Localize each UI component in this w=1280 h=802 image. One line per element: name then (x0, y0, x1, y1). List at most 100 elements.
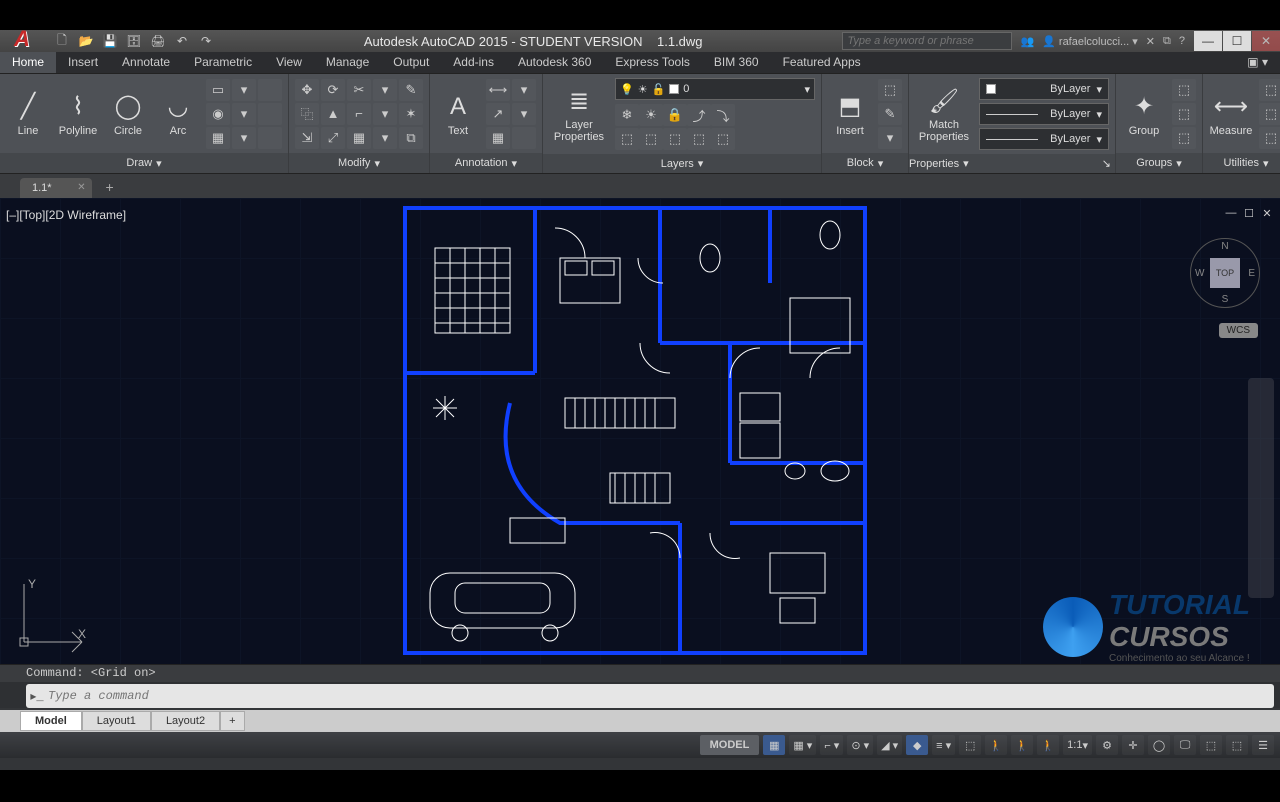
tab-view[interactable]: View (264, 52, 314, 73)
minimize-button[interactable]: — (1194, 31, 1222, 51)
circle-button[interactable]: ◯Circle (106, 91, 150, 137)
match-properties-button[interactable]: 🖌Match Properties (915, 85, 973, 143)
chevron-down-icon[interactable]: ▾ (156, 157, 162, 170)
layout-tab-model[interactable]: Model (20, 711, 82, 731)
status-cycling-icon[interactable]: 🚶 (985, 735, 1007, 755)
new-tab-button[interactable]: + (100, 179, 120, 195)
status-transparency-icon[interactable]: ⬚ (959, 735, 981, 755)
user-menu[interactable]: 👤 rafaelcolucci... ▾ (1042, 35, 1138, 48)
measure-button[interactable]: ⟷Measure (1209, 91, 1253, 137)
tab-manage[interactable]: Manage (314, 52, 381, 73)
linetype-dropdown[interactable]: ByLayer▾ (979, 128, 1109, 150)
lineweight-dropdown[interactable]: ByLayer▾ (979, 103, 1109, 125)
status-snap-icon[interactable]: ▦ ▾ (789, 735, 816, 755)
status-osnap-icon[interactable]: ◆ (906, 735, 928, 755)
color-dropdown[interactable]: ByLayer▾ (979, 78, 1109, 100)
ellipse-icon[interactable]: ◉ (206, 103, 230, 125)
vp-close-icon[interactable]: ✕ (1260, 206, 1274, 220)
tab-parametric[interactable]: Parametric (182, 52, 264, 73)
status-dynucs-icon[interactable]: 🚶 (1037, 735, 1059, 755)
command-input[interactable] (48, 689, 1274, 703)
tab-bim360[interactable]: BIM 360 (702, 52, 771, 73)
chevron-down-icon[interactable]: ▾ (374, 157, 380, 170)
group-button[interactable]: ✦Group (1122, 91, 1166, 137)
layout-tab-layout1[interactable]: Layout1 (82, 711, 151, 731)
text-button[interactable]: AText (436, 91, 480, 137)
layer-properties-button[interactable]: ≣ Layer Properties (549, 85, 609, 143)
status-grid-icon[interactable]: ▦ (763, 735, 785, 755)
edit-attr-icon[interactable]: ▾ (878, 127, 902, 149)
status-polar-icon[interactable]: ⊙ ▾ (847, 735, 873, 755)
exchange-icon[interactable]: ✕ (1146, 35, 1155, 48)
saveas-icon[interactable]: 🗄 (126, 33, 142, 49)
polyline-button[interactable]: ⌇Polyline (56, 91, 100, 137)
drawing-tab-active[interactable]: 1.1*✕ (20, 178, 92, 198)
a360-icon[interactable]: ⧉ (1163, 35, 1171, 48)
tab-addins[interactable]: Add-ins (441, 52, 506, 73)
open-icon[interactable]: 📂 (78, 33, 94, 49)
redo-icon[interactable]: ↷ (198, 33, 214, 49)
status-isodraft-icon[interactable]: ◢ ▾ (877, 735, 902, 755)
scale-icon[interactable]: ⤢ (321, 127, 345, 149)
close-tab-icon[interactable]: ✕ (77, 182, 85, 193)
tab-insert[interactable]: Insert (56, 52, 110, 73)
wcs-badge[interactable]: WCS (1219, 323, 1258, 338)
save-icon[interactable]: 💾 (102, 33, 118, 49)
create-block-icon[interactable]: ⬚ (878, 79, 902, 101)
mirror-icon[interactable]: ▲ (321, 103, 345, 125)
table-icon[interactable]: ▦ (486, 127, 510, 149)
ribbon-minimize-icon[interactable]: ▣ ▾ (1235, 52, 1280, 73)
vp-minimize-icon[interactable]: — (1224, 206, 1238, 220)
erase-icon[interactable]: ✎ (399, 79, 423, 101)
tab-featured-apps[interactable]: Featured Apps (771, 52, 873, 73)
rotate-icon[interactable]: ⟳ (321, 79, 345, 101)
fillet-icon[interactable]: ⌐ (347, 103, 371, 125)
status-isolate-icon[interactable]: ⬚ (1226, 735, 1248, 755)
trim-icon[interactable]: ✂ (347, 79, 371, 101)
edit-block-icon[interactable]: ✎ (878, 103, 902, 125)
chevron-down-icon[interactable]: ▾ (698, 157, 704, 170)
command-line[interactable]: ▸_ (26, 684, 1274, 708)
tab-home[interactable]: Home (0, 52, 56, 73)
chevron-down-icon[interactable]: ▾ (963, 157, 969, 170)
explode-icon[interactable]: ✶ (399, 103, 423, 125)
navigation-bar[interactable] (1248, 378, 1274, 598)
status-workspace-icon[interactable]: ◯ (1148, 735, 1170, 755)
status-annovisibility-icon[interactable]: ✛ (1122, 735, 1144, 755)
tab-express-tools[interactable]: Express Tools (603, 52, 701, 73)
new-icon[interactable]: 🗋 (54, 33, 70, 49)
status-hardware-icon[interactable]: ⬚ (1200, 735, 1222, 755)
tab-autodesk360[interactable]: Autodesk 360 (506, 52, 603, 73)
viewport-label[interactable]: [–][Top][2D Wireframe] (6, 208, 126, 222)
view-cube[interactable]: NSEW TOP (1190, 238, 1260, 308)
chevron-down-icon[interactable]: ▾ (878, 157, 884, 170)
maximize-button[interactable]: ☐ (1223, 31, 1251, 51)
print-icon[interactable]: 🖨 (150, 33, 166, 49)
chevron-down-icon[interactable]: ▾ (1176, 157, 1182, 170)
status-lineweight-icon[interactable]: ≡ ▾ (932, 735, 955, 755)
move-icon[interactable]: ✥ (295, 79, 319, 101)
status-ortho-icon[interactable]: ⌐ ▾ (820, 735, 843, 755)
status-cleanscreen-icon[interactable]: ☰ (1252, 735, 1274, 755)
insert-button[interactable]: ⬒Insert (828, 91, 872, 137)
viewcube-top-face[interactable]: TOP (1210, 258, 1240, 288)
hatch-icon[interactable]: ▦ (206, 127, 230, 149)
help-search-input[interactable] (842, 32, 1012, 50)
leader-icon[interactable]: ↗ (486, 103, 510, 125)
layout-tab-layout2[interactable]: Layout2 (151, 711, 220, 731)
chevron-down-icon[interactable]: ▾ (512, 157, 518, 170)
rectangle-icon[interactable]: ▭ (206, 79, 230, 101)
layer-dropdown[interactable]: 💡☀🔓 0▾ (615, 78, 815, 100)
add-layout-button[interactable]: + (220, 711, 244, 731)
status-monitor-icon[interactable]: 🖵 (1174, 735, 1196, 755)
status-3dosnap-icon[interactable]: 🚶 (1011, 735, 1033, 755)
tab-annotate[interactable]: Annotate (110, 52, 182, 73)
status-annoscale-icon[interactable]: 1:1 ▾ (1063, 735, 1092, 755)
chevron-down-icon[interactable]: ▾ (1263, 157, 1269, 170)
close-button[interactable]: ✕ (1252, 31, 1280, 51)
linear-dim-icon[interactable]: ⟷ (486, 79, 510, 101)
dialog-launcher-icon[interactable]: ↘ (1102, 157, 1115, 170)
line-button[interactable]: ╱Line (6, 91, 50, 137)
arc-button[interactable]: ◡Arc (156, 91, 200, 137)
stretch-icon[interactable]: ⇲ (295, 127, 319, 149)
